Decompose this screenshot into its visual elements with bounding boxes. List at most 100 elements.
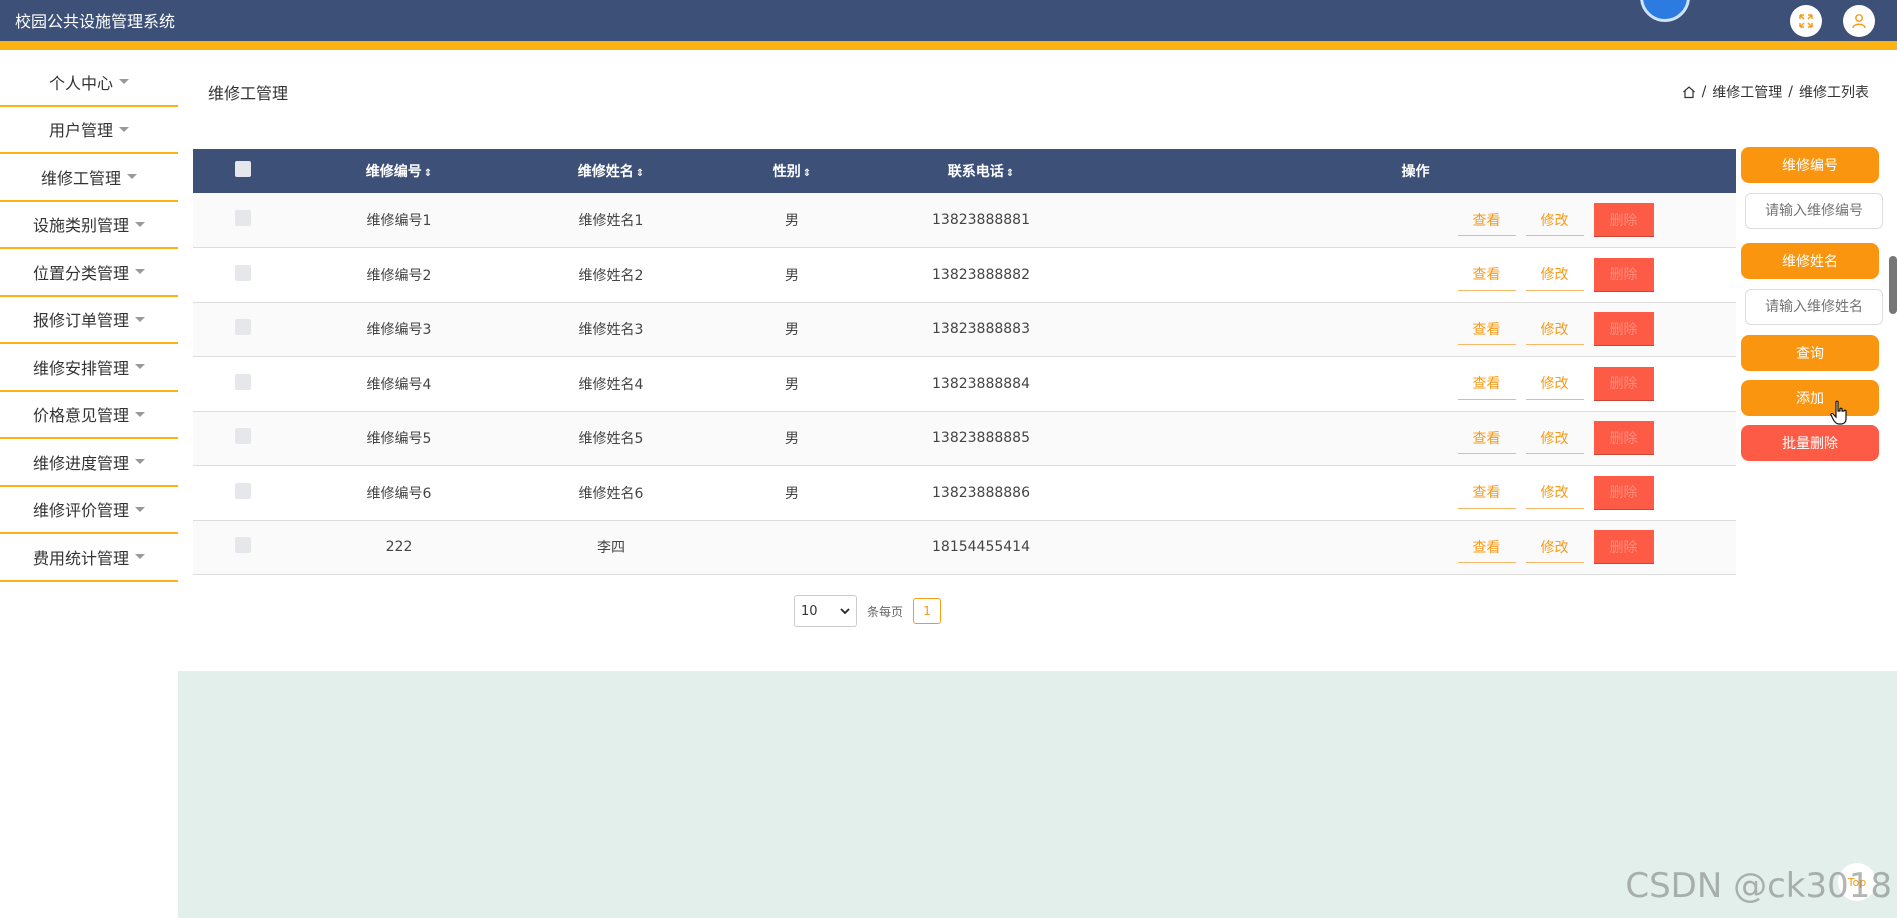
delete-button[interactable]: 删除 <box>1593 257 1654 292</box>
sidebar-item-repairman-management[interactable]: 维修工管理 <box>0 154 178 202</box>
col-phone-header[interactable]: 联系电话 ⇕ <box>867 149 1095 193</box>
hand-cursor-icon <box>1830 400 1847 425</box>
view-button[interactable]: 查看 <box>1457 422 1516 455</box>
view-button[interactable]: 查看 <box>1457 313 1516 346</box>
view-button[interactable]: 查看 <box>1457 204 1516 236</box>
view-button[interactable]: 查看 <box>1457 531 1516 564</box>
sidebar-item-cost-statistics[interactable]: 费用统计管理 <box>0 534 178 582</box>
view-button[interactable]: 查看 <box>1457 368 1516 400</box>
page-number-current[interactable]: 1 <box>913 598 942 624</box>
edit-button[interactable]: 修改 <box>1525 477 1584 509</box>
caret-down-icon <box>135 316 145 322</box>
sort-icon: ⇕ <box>802 168 812 179</box>
name-search-input[interactable] <box>1745 289 1883 325</box>
avatar-ball <box>1640 0 1690 22</box>
row-checkbox-cell <box>193 356 293 412</box>
delete-button[interactable]: 删除 <box>1593 421 1654 456</box>
page-size-select[interactable]: 10 <box>794 595 857 627</box>
col-phone-label: 联系电话 <box>947 164 1004 180</box>
edit-button[interactable]: 修改 <box>1525 531 1584 564</box>
sidebar-item-personal-center[interactable]: 个人中心 <box>0 59 178 107</box>
sidebar-item-label: 维修进度管理 <box>32 453 129 473</box>
table-row: 维修编号5 维修姓名5 男 13823888885 查看 修改 删除 <box>193 411 1736 466</box>
row-checkbox-cell <box>193 193 293 248</box>
caret-down-icon <box>135 459 145 465</box>
sidebar-item-label: 设施类别管理 <box>32 216 129 236</box>
cell-gender: 男 <box>717 302 867 357</box>
cell-name: 维修姓名4 <box>505 356 717 412</box>
sidebar-item-label: 价格意见管理 <box>32 406 129 426</box>
edit-button[interactable]: 修改 <box>1525 204 1584 236</box>
fullscreen-icon[interactable] <box>1790 5 1822 37</box>
app-title: 校园公共设施管理系统 <box>15 12 176 31</box>
row-checkbox[interactable] <box>235 373 251 390</box>
chevron-down-icon <box>840 608 850 615</box>
sidebar-item-facility-category[interactable]: 设施类别管理 <box>0 202 178 249</box>
cell-phone: 18154455414 <box>867 520 1095 575</box>
row-checkbox[interactable] <box>235 482 251 499</box>
sidebar-item-location-category[interactable]: 位置分类管理 <box>0 249 178 297</box>
cell-actions: 查看 修改 删除 <box>1095 465 1736 521</box>
delete-button[interactable]: 删除 <box>1593 312 1654 347</box>
breadcrumb-separator: / <box>1701 84 1707 100</box>
sidebar-item-user-management[interactable]: 用户管理 <box>0 107 178 154</box>
select-all-checkbox[interactable] <box>235 161 251 177</box>
edit-button[interactable]: 修改 <box>1525 368 1584 400</box>
top-header: 校园公共设施管理系统 <box>0 0 1897 50</box>
cell-phone: 13823888882 <box>867 247 1095 303</box>
cell-code: 维修编号1 <box>293 193 505 248</box>
breadcrumb-level1[interactable]: 维修工管理 <box>1712 82 1782 102</box>
delete-button[interactable]: 删除 <box>1593 366 1654 401</box>
sidebar-item-repair-orders[interactable]: 报修订单管理 <box>0 297 178 344</box>
repairman-table: 维修编号 ⇕ 维修姓名 ⇕ 性别 ⇕ 联系电话 ⇕ 操作 维修编号1 维修姓名1 男 1… <box>193 149 1736 575</box>
sidebar-item-price-feedback[interactable]: 价格意见管理 <box>0 392 178 439</box>
user-icon-glyph <box>1852 14 1866 29</box>
batch-delete-button[interactable]: 批量删除 <box>1741 425 1879 461</box>
caret-down-icon <box>135 364 145 370</box>
row-checkbox[interactable] <box>235 428 251 445</box>
cell-code: 222 <box>293 520 505 575</box>
table-row: 维修编号2 维修姓名2 男 13823888882 查看 修改 删除 <box>193 247 1736 303</box>
edit-button[interactable]: 修改 <box>1525 259 1584 291</box>
sidebar-item-label: 位置分类管理 <box>32 263 129 283</box>
cell-actions: 查看 修改 删除 <box>1095 302 1736 357</box>
view-button[interactable]: 查看 <box>1457 259 1516 291</box>
cell-actions: 查看 修改 删除 <box>1095 247 1736 303</box>
sidebar-item-label: 个人中心 <box>48 73 113 93</box>
row-checkbox[interactable] <box>235 319 251 336</box>
sidebar-item-repair-review[interactable]: 维修评价管理 <box>0 487 178 534</box>
edit-button[interactable]: 修改 <box>1525 313 1584 346</box>
query-button[interactable]: 查询 <box>1741 335 1879 371</box>
add-button[interactable]: 添加 <box>1741 380 1879 416</box>
user-icon[interactable] <box>1843 5 1875 37</box>
cell-code: 维修编号6 <box>293 465 505 521</box>
row-checkbox[interactable] <box>235 210 251 226</box>
col-name-header[interactable]: 维修姓名 ⇕ <box>505 149 717 193</box>
row-checkbox[interactable] <box>235 264 251 281</box>
col-code-header[interactable]: 维修编号 ⇕ <box>293 149 505 193</box>
delete-button[interactable]: 删除 <box>1593 203 1654 237</box>
row-checkbox[interactable] <box>235 537 251 554</box>
sidebar-item-label: 用户管理 <box>48 121 113 141</box>
cell-phone: 13823888885 <box>867 411 1095 466</box>
col-gender-header[interactable]: 性别 ⇕ <box>717 149 867 193</box>
sidebar-item-label: 费用统计管理 <box>32 548 129 568</box>
sidebar-item-label: 维修工管理 <box>40 168 121 188</box>
view-button[interactable]: 查看 <box>1457 477 1516 509</box>
edit-button[interactable]: 修改 <box>1525 422 1584 455</box>
code-search-input[interactable] <box>1745 193 1883 229</box>
sidebar-item-label: 维修安排管理 <box>32 358 129 378</box>
delete-button[interactable]: 删除 <box>1593 475 1654 510</box>
cell-gender: 男 <box>717 356 867 412</box>
page-size-value: 10 <box>801 603 818 619</box>
cell-gender <box>717 520 867 575</box>
table-row: 维修编号4 维修姓名4 男 13823888884 查看 修改 删除 <box>193 356 1736 412</box>
delete-button[interactable]: 删除 <box>1593 530 1654 565</box>
sidebar-item-repair-schedule[interactable]: 维修安排管理 <box>0 344 178 392</box>
home-icon[interactable] <box>1682 85 1696 99</box>
sidebar-item-repair-progress[interactable]: 维修进度管理 <box>0 439 178 487</box>
sort-icon: ⇕ <box>635 168 645 179</box>
scrollbar-thumb[interactable] <box>1889 256 1897 314</box>
cell-name: 李四 <box>505 520 717 575</box>
cell-code: 维修编号5 <box>293 411 505 466</box>
